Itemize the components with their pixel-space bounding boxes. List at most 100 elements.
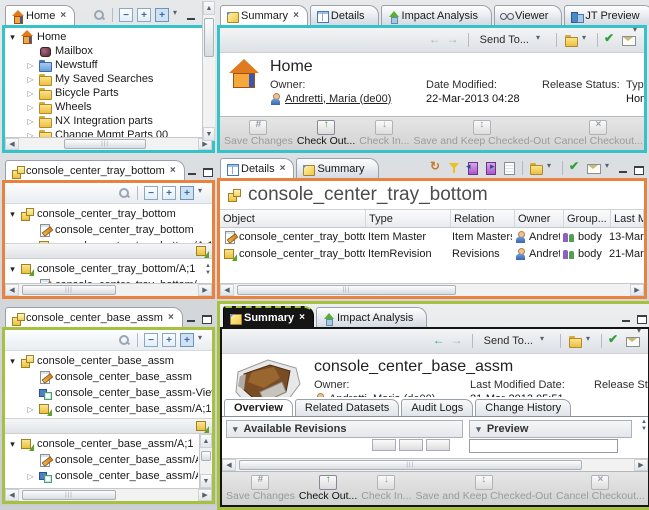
- tab-home[interactable]: Home ×: [5, 5, 75, 25]
- minimize-icon[interactable]: [186, 12, 197, 22]
- tab[interactable]: Impact Analysis: [316, 307, 427, 327]
- send-to-button[interactable]: Send To...: [476, 33, 549, 47]
- tree-item[interactable]: Wheels: [5, 100, 199, 114]
- search-icon[interactable]: [117, 333, 131, 347]
- horizontal-scrollbar[interactable]: ◀ ||| ▶: [5, 137, 212, 150]
- vertical-scroll-arrows[interactable]: ▲▼: [641, 419, 647, 432]
- save-and-keep-checked-out-button[interactable]: Save and Keep Checked-Out: [411, 119, 552, 149]
- expander[interactable]: [26, 404, 35, 415]
- dropdown-chevron-icon[interactable]: [582, 36, 591, 45]
- column-group[interactable]: Group...: [564, 210, 611, 227]
- apply-markup-icon[interactable]: [569, 161, 583, 175]
- subtab[interactable]: Overview: [224, 399, 293, 416]
- collapse-all-icon[interactable]: [144, 186, 158, 200]
- tab[interactable]: Details: [310, 5, 379, 25]
- apply-markup-icon[interactable]: [604, 33, 618, 47]
- close-icon[interactable]: ×: [168, 313, 174, 323]
- tree-item[interactable]: console_center_tray_bottom/A: [5, 277, 198, 283]
- tree-item[interactable]: console_center_base_assm/A-View: [5, 468, 198, 484]
- cancel-checkout-button[interactable]: Cancel Checkout...: [554, 474, 647, 504]
- expander[interactable]: [26, 60, 35, 71]
- expander[interactable]: [8, 264, 17, 275]
- collapse-all-icon[interactable]: [144, 333, 158, 347]
- check-in-button[interactable]: Check In...: [357, 119, 411, 149]
- tab[interactable]: Details ×: [220, 158, 294, 178]
- tree-item[interactable]: Change Mgmt Parts 00: [5, 128, 199, 137]
- tab-console-center-base-assm[interactable]: console_center_base_assm ×: [5, 307, 183, 327]
- forward-icon[interactable]: [451, 334, 465, 348]
- tree-item[interactable]: console_center_base_assm/A;1: [5, 401, 212, 417]
- tree-item[interactable]: console_center_tray_bottom/A;1: [5, 261, 198, 277]
- tree-item[interactable]: NX Integration parts: [5, 114, 199, 128]
- maximize-icon[interactable]: [633, 165, 644, 175]
- expander[interactable]: [8, 32, 17, 43]
- tab[interactable]: Summary ×: [223, 306, 314, 327]
- expander[interactable]: [8, 209, 17, 220]
- back-icon[interactable]: [429, 33, 443, 47]
- envelope-icon[interactable]: [587, 161, 601, 175]
- minimize-icon[interactable]: [187, 167, 198, 177]
- separator[interactable]: [601, 334, 602, 348]
- expand-icon[interactable]: [162, 333, 176, 347]
- expander[interactable]: [26, 102, 35, 113]
- tree-item[interactable]: console_center_base_assm/A: [5, 452, 198, 468]
- tree-item[interactable]: My Saved Searches: [5, 72, 199, 86]
- view-menu-chevron-icon[interactable]: [198, 189, 207, 198]
- expander[interactable]: [26, 116, 35, 127]
- scroll-right-button[interactable]: ▶: [198, 284, 212, 296]
- search-icon[interactable]: [92, 8, 106, 22]
- maximize-icon[interactable]: [636, 314, 647, 324]
- section-collapse-icon[interactable]: [476, 423, 481, 435]
- export-csv-icon[interactable]: [502, 161, 516, 175]
- close-icon[interactable]: ×: [299, 313, 305, 323]
- horizontal-scrollbar[interactable]: ◀ ||| ▶: [222, 458, 648, 471]
- tree-item[interactable]: console_center_base_assm: [5, 353, 212, 369]
- send-to-button[interactable]: Send To...: [480, 334, 553, 348]
- view-menu-chevron-icon[interactable]: [173, 11, 182, 20]
- owner-link[interactable]: Andretti, Maria (de00): [285, 93, 391, 105]
- tab-console-center-tray-bottom[interactable]: console_center_tray_bottom ×: [5, 160, 185, 180]
- minimize-icon[interactable]: [618, 165, 629, 175]
- dropdown-chevron-icon[interactable]: [547, 164, 556, 173]
- scroll-right-button[interactable]: ▶: [198, 489, 212, 501]
- close-icon[interactable]: ×: [280, 164, 286, 174]
- separator[interactable]: [522, 161, 523, 175]
- separator[interactable]: [562, 161, 563, 175]
- open-in-folder-icon[interactable]: [564, 33, 578, 47]
- check-out-button[interactable]: Check Out...: [297, 474, 359, 504]
- available-revisions-section[interactable]: Available Revisions: [226, 420, 463, 438]
- horizontal-scrollbar[interactable]: ◀ ||| ▶: [5, 283, 212, 296]
- expander[interactable]: [26, 130, 35, 138]
- save-and-keep-checked-out-button[interactable]: Save and Keep Checked-Out: [413, 474, 554, 504]
- mini-scroll-arrows[interactable]: ▲▼: [205, 263, 211, 276]
- cancel-checkout-button[interactable]: Cancel Checkout...: [552, 119, 645, 149]
- scroll-left-button[interactable]: ◀: [220, 284, 234, 296]
- check-in-button[interactable]: Check In...: [359, 474, 413, 504]
- filter-icon[interactable]: [448, 161, 462, 175]
- tab[interactable]: Summary ×: [220, 5, 308, 25]
- scroll-down-button[interactable]: ▼: [200, 474, 212, 488]
- scroll-left-button[interactable]: ◀: [5, 138, 19, 150]
- forward-icon[interactable]: [447, 33, 461, 47]
- column-owner[interactable]: Owner: [515, 210, 564, 227]
- separator[interactable]: [112, 8, 113, 22]
- tree-item[interactable]: Home: [5, 30, 199, 44]
- view-menu-chevron-icon[interactable]: [198, 336, 207, 345]
- dropdown-chevron-icon[interactable]: [586, 337, 595, 346]
- tree-item[interactable]: console_center_base_assm/A;1: [5, 436, 198, 452]
- tree-item[interactable]: Mailbox: [5, 44, 199, 58]
- separator[interactable]: [597, 33, 598, 47]
- import-icon[interactable]: [466, 161, 480, 175]
- close-icon[interactable]: ×: [60, 11, 66, 21]
- maximize-icon[interactable]: [201, 314, 212, 324]
- expander[interactable]: [26, 241, 35, 244]
- separator[interactable]: [137, 333, 138, 347]
- close-icon[interactable]: ×: [170, 166, 176, 176]
- column-relation[interactable]: Relation: [451, 210, 515, 227]
- horizontal-scrollbar[interactable]: ◀ ||| ▶: [5, 488, 212, 501]
- expander[interactable]: [26, 88, 35, 99]
- open-in-folder-icon[interactable]: [568, 334, 582, 348]
- tree-item[interactable]: Bicycle Parts: [5, 86, 199, 100]
- tree-item[interactable]: Newstuff: [5, 58, 199, 72]
- maximize-icon[interactable]: [202, 167, 213, 177]
